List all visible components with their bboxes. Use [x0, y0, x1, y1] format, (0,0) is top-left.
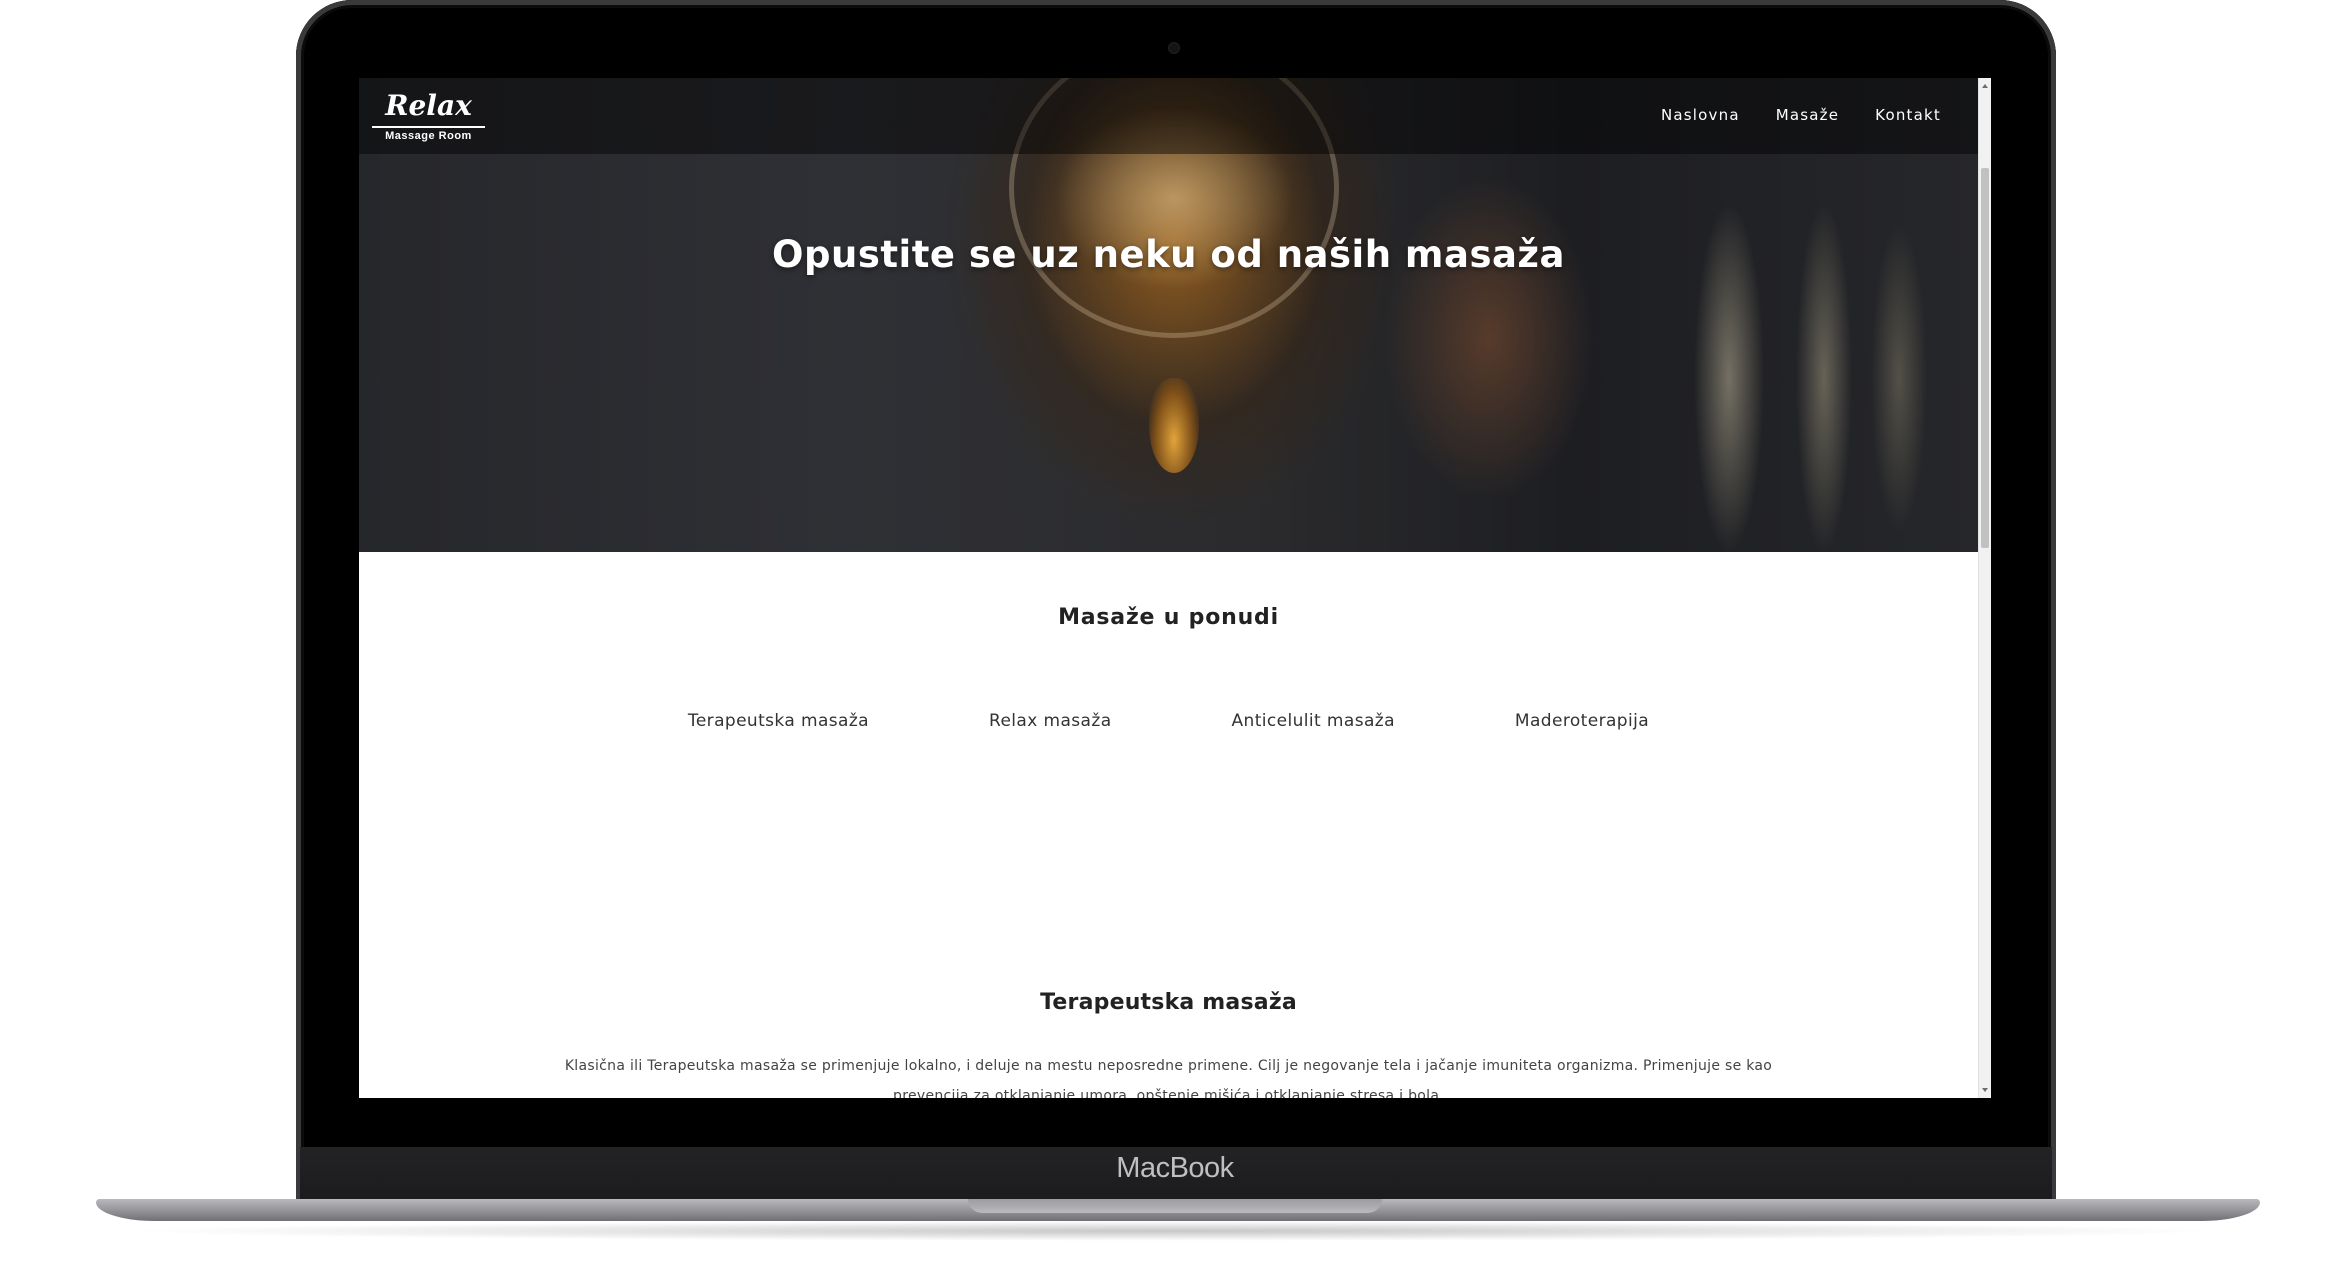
laptop-hinge-notch — [968, 1199, 1382, 1213]
detail-description: Klasična ili Terapeutska masaža se prime… — [564, 1058, 1773, 1098]
hero-banner: Relax Massage Room Naslovna Masaže Konta… — [359, 78, 1978, 552]
device-brand-label: MacBook — [1116, 1152, 1234, 1184]
main-nav: Naslovna Masaže Kontakt — [1661, 105, 1941, 125]
web-page: Relax Massage Room Naslovna Masaže Konta… — [359, 78, 1978, 1098]
hero-oil-drop-image — [1149, 378, 1199, 473]
site-logo[interactable]: Relax Massage Room — [372, 88, 485, 144]
scroll-down-arrow-icon[interactable] — [1982, 1088, 1988, 1092]
laptop-shadow — [120, 1221, 2230, 1241]
massage-tabs: Terapeutska masaža Relax masaža Anticelu… — [359, 711, 1978, 731]
tab-anticelulit-masaza[interactable]: Anticelulit masaža — [1232, 711, 1395, 731]
tab-maderoterapija[interactable]: Maderoterapija — [1515, 711, 1649, 731]
navbar: Relax Massage Room Naslovna Masaže Konta… — [359, 78, 1978, 154]
logo-script-text: Relax — [385, 89, 472, 122]
hero-title: Opustite se uz neku od naših masaža — [772, 233, 1565, 276]
tab-relax-masaza[interactable]: Relax masaža — [989, 711, 1112, 731]
nav-link-masaze[interactable]: Masaže — [1776, 105, 1839, 125]
device-mockup: Relax Massage Room Naslovna Masaže Konta… — [0, 0, 2336, 1263]
nav-link-naslovna[interactable]: Naslovna — [1661, 105, 1740, 125]
logo-subtitle: Massage Room — [372, 126, 485, 142]
laptop-screen: Relax Massage Room Naslovna Masaže Konta… — [359, 78, 1991, 1098]
tab-terapeutska-masaza[interactable]: Terapeutska masaža — [688, 711, 869, 731]
nav-link-kontakt[interactable]: Kontakt — [1875, 105, 1941, 125]
offer-section-title: Masaže u ponudi — [1058, 605, 1279, 630]
scroll-up-arrow-icon[interactable] — [1982, 84, 1988, 88]
detail-title: Terapeutska masaža — [1040, 990, 1297, 1015]
scroll-thumb[interactable] — [1981, 168, 1989, 548]
page-scrollbar[interactable] — [1978, 78, 1991, 1098]
camera-icon — [1168, 42, 1180, 54]
